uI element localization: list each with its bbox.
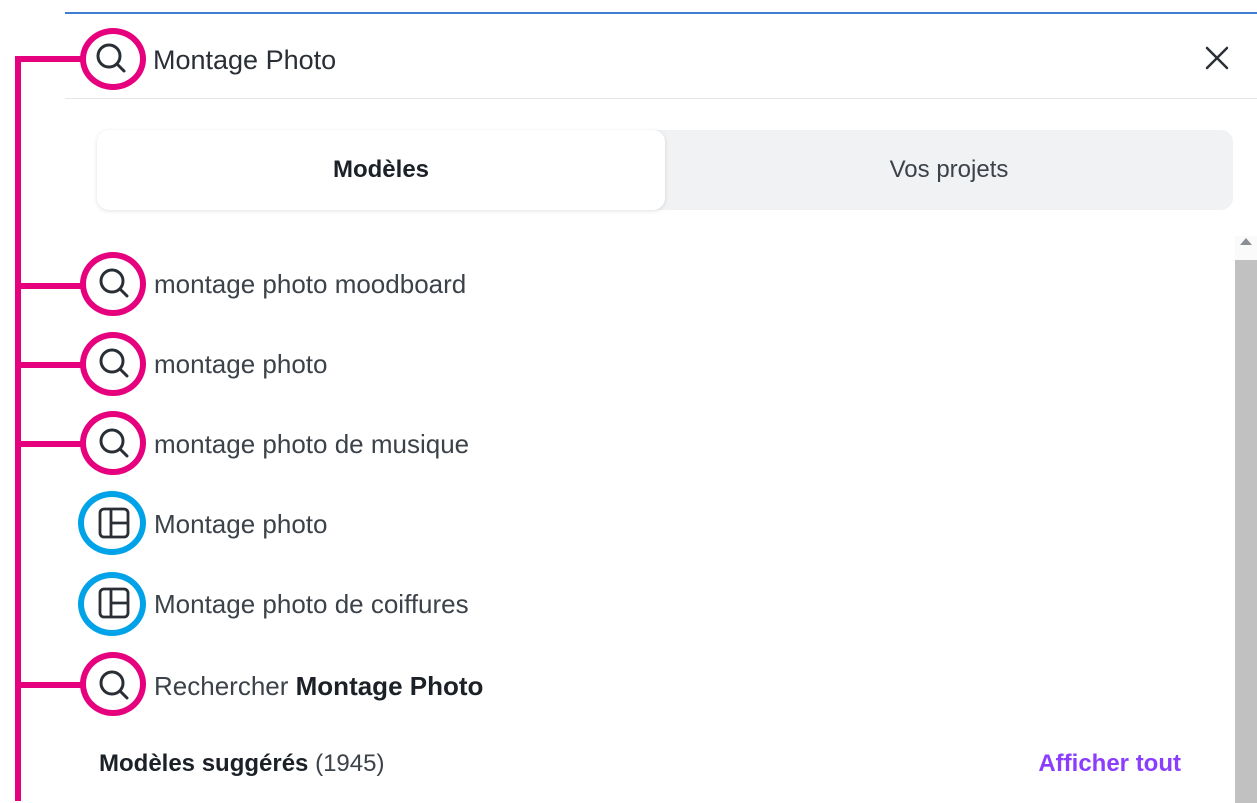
annotation-ring — [78, 572, 146, 636]
tab-templates[interactable]: Modèles — [97, 130, 665, 210]
suggestion-label: montage photo moodboard — [154, 268, 467, 299]
annotation-ring — [80, 411, 146, 475]
suggestion-item[interactable]: montage photo de musique — [99, 416, 850, 472]
suggestion-label: montage photo — [154, 348, 328, 379]
suggested-templates-heading: Modèles suggérés (1945) — [99, 750, 384, 778]
see-all-link[interactable]: Afficher tout — [1038, 750, 1181, 778]
suggestion-label: Montage photo de coiffures — [154, 588, 469, 619]
suggestion-label: montage photo de musique — [154, 428, 470, 459]
annotation-ring — [80, 652, 146, 716]
search-panel: Modèles Vos projets montage photo moodbo… — [65, 12, 1257, 803]
search-bar — [65, 14, 1257, 99]
annotation-connector — [15, 56, 81, 62]
search-all-term: Montage Photo — [295, 670, 484, 701]
close-icon — [1205, 46, 1229, 70]
annotation-connector — [15, 441, 81, 447]
annotation-ring — [78, 491, 146, 555]
search-input[interactable] — [153, 40, 1053, 80]
search-all-label: Rechercher Montage Photo — [154, 671, 483, 702]
search-all-prefix: Rechercher — [154, 670, 289, 701]
annotation-connector — [15, 283, 81, 289]
suggestion-label: Montage photo — [154, 508, 328, 539]
annotation-vertical-line — [15, 56, 21, 801]
suggested-templates-title: Modèles suggérés — [99, 750, 309, 777]
suggestion-item[interactable]: montage photo — [99, 336, 850, 392]
tab-bar: Modèles Vos projets — [97, 130, 1233, 210]
tab-your-projects[interactable]: Vos projets — [665, 130, 1233, 210]
annotation-ring — [80, 252, 146, 316]
annotation-connector — [15, 362, 81, 368]
template-suggestion-item[interactable]: Montage photo — [98, 496, 850, 552]
suggested-templates-count: (1945) — [315, 750, 385, 777]
suggestion-item[interactable]: montage photo moodboard — [99, 256, 850, 312]
template-suggestion-item[interactable]: Montage photo de coiffures — [98, 576, 850, 632]
scrollbar-thumb[interactable] — [1235, 260, 1257, 803]
search-all-item[interactable]: Rechercher Montage Photo — [99, 658, 850, 714]
annotation-ring — [80, 28, 146, 90]
annotation-connector — [15, 682, 81, 688]
close-button[interactable] — [1197, 38, 1237, 78]
scroll-up-arrow-icon[interactable] — [1240, 238, 1252, 245]
annotation-ring — [80, 332, 146, 396]
